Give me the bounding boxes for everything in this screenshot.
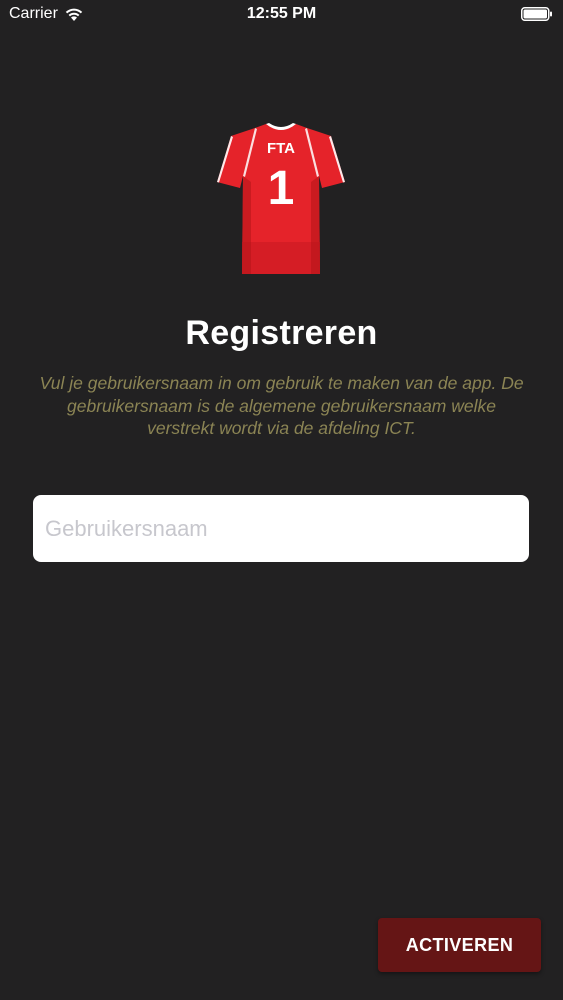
registration-screen: Carrier 12:55 PM FTA 1 Registreren Vul j… [0, 0, 563, 1000]
jersey-number: 1 [268, 162, 295, 215]
page-title: Registreren [185, 314, 378, 352]
status-bar: Carrier 12:55 PM [0, 0, 563, 30]
battery-icon [521, 7, 552, 21]
registration-description: Vul je gebruikersnaam in om gebruik te m… [39, 373, 524, 438]
activate-button[interactable]: ACTIVEREN [378, 918, 541, 972]
jersey-team-label: FTA [267, 140, 295, 157]
username-field[interactable] [33, 495, 529, 562]
status-time: 12:55 PM [246, 5, 317, 22]
username-input[interactable] [33, 495, 529, 562]
jersey-icon: FTA 1 [217, 123, 345, 274]
